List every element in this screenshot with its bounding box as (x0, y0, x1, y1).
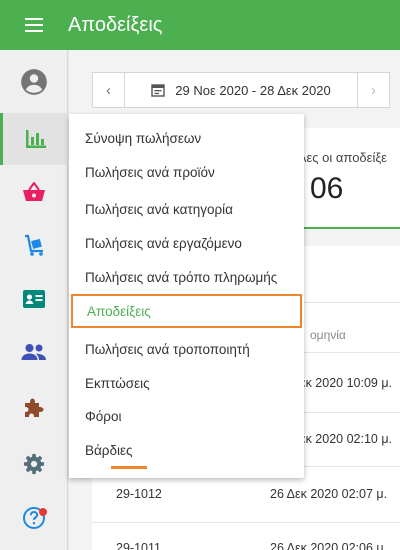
receipt-number: 29-1011 (116, 541, 161, 550)
receipt-date: 26 Δεκ 2020 02:06 μ. (270, 541, 388, 550)
receipt-date: εκ 2020 10:09 μ. (300, 376, 393, 390)
cart-icon (25, 234, 43, 256)
menu-item-sales-by-modifier[interactable]: Πωλήσεις ανά τροποποιητή (69, 332, 304, 366)
menu-item-sales-by-category[interactable]: Πωλήσεις ανά κατηγορία (69, 192, 304, 226)
menu-item-sales-by-item[interactable]: Πωλήσεις ανά προϊόν (69, 155, 304, 189)
reports-dropdown-menu: Σύνοψη πωλήσεων Πωλήσεις ανά προϊόν Πωλή… (69, 114, 304, 478)
chevron-left-icon: ‹ (106, 81, 111, 99)
page-title: Αποδείξεις (68, 13, 163, 36)
sidebar-item-help[interactable] (0, 492, 68, 544)
notification-dot (39, 508, 47, 516)
receipt-date: 26 Δεκ 2020 02:07 μ. (270, 487, 388, 501)
id-card-icon (23, 290, 45, 308)
sidebar-item-inventory[interactable] (0, 219, 68, 271)
previous-period-button[interactable]: ‹ (93, 73, 125, 107)
menu-item-taxes[interactable]: Φόροι (69, 399, 304, 433)
puzzle-icon (25, 398, 44, 417)
sidebar-item-items[interactable] (0, 166, 68, 218)
menu-item-receipts[interactable]: Αποδείξεις (71, 294, 302, 328)
date-range-button[interactable]: 29 Νοε 2020 - 28 Δεκ 2020 (125, 83, 357, 98)
calendar-icon (151, 84, 165, 97)
sidebar-item-employees[interactable] (0, 326, 68, 378)
basket-icon (23, 182, 45, 201)
summary-label: λες οι αποδείξε (300, 150, 387, 165)
menu-button[interactable] (0, 0, 68, 50)
menu-item-sales-by-employee[interactable]: Πωλήσεις ανά εργαζόμενο (69, 226, 304, 260)
hamburger-icon (25, 24, 43, 26)
sidebar-item-settings[interactable] (0, 438, 68, 490)
menu-item-sales-summary[interactable]: Σύνοψη πωλήσεων (69, 121, 304, 155)
shifts-underline-mark (111, 466, 147, 469)
date-range-picker: ‹ 29 Νοε 2020 - 28 Δεκ 2020 › (92, 72, 390, 108)
top-app-bar: Αποδείξεις (0, 0, 400, 50)
gear-icon (23, 453, 45, 475)
receipt-number: 29-1012 (116, 487, 162, 501)
summary-value: 06 (310, 172, 344, 205)
date-column-header: ομηνία (310, 328, 346, 342)
sidebar-item-account[interactable] (0, 56, 68, 108)
table-row[interactable] (92, 522, 400, 523)
bar-chart-icon (25, 130, 46, 148)
sidebar-item-customers[interactable] (0, 273, 68, 325)
sidebar-item-reports[interactable] (0, 113, 68, 165)
menu-item-discounts[interactable]: Εκπτώσεις (69, 366, 304, 400)
receipt-date: εκ 2020 02:10 μ. (300, 432, 393, 446)
account-circle-icon (21, 69, 47, 95)
menu-item-shifts[interactable]: Βάρδιες (69, 433, 304, 467)
next-period-button[interactable]: › (357, 73, 389, 107)
date-range-label: 29 Νοε 2020 - 28 Δεκ 2020 (175, 82, 331, 98)
menu-item-sales-by-payment-type[interactable]: Πωλήσεις ανά τρόπο πληρωμής (69, 260, 304, 294)
chevron-right-icon: › (371, 81, 376, 99)
people-icon (21, 344, 46, 360)
sidebar (0, 50, 68, 550)
sidebar-item-integrations[interactable] (0, 382, 68, 434)
